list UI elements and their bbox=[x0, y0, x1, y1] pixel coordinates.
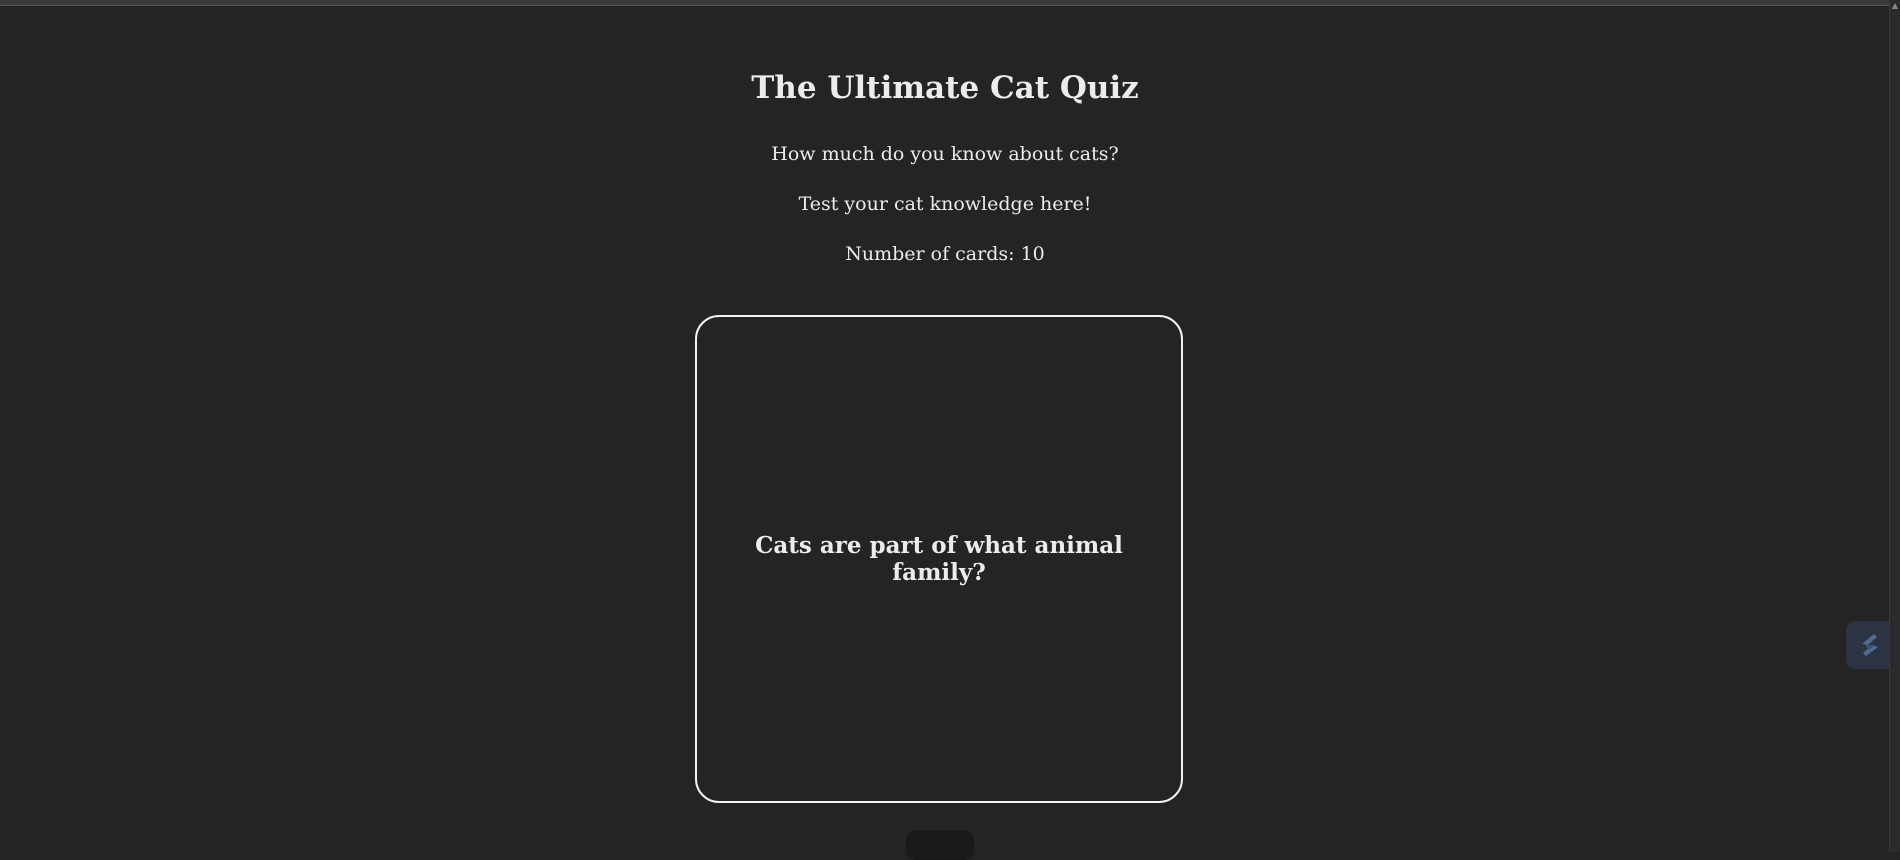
scroll-up-arrow-icon[interactable]: ▲ bbox=[1891, 0, 1899, 12]
card-count: Number of cards: 10 bbox=[845, 243, 1045, 265]
flashcard[interactable]: Cats are part of what animal family? bbox=[695, 315, 1183, 803]
quiz-page: The Ultimate Cat Quiz How much do you kn… bbox=[0, 0, 1890, 860]
lightning-extension-icon bbox=[1862, 634, 1878, 656]
page-title: The Ultimate Cat Quiz bbox=[751, 70, 1139, 106]
vertical-scrollbar[interactable]: ▲ bbox=[1889, 0, 1900, 852]
subtitle: How much do you know about cats? bbox=[771, 143, 1119, 165]
next-card-button[interactable] bbox=[906, 830, 974, 860]
tagline: Test your cat knowledge here! bbox=[798, 193, 1092, 215]
extension-widget-button[interactable] bbox=[1846, 621, 1894, 669]
flashcard-question: Cats are part of what animal family? bbox=[755, 532, 1123, 586]
